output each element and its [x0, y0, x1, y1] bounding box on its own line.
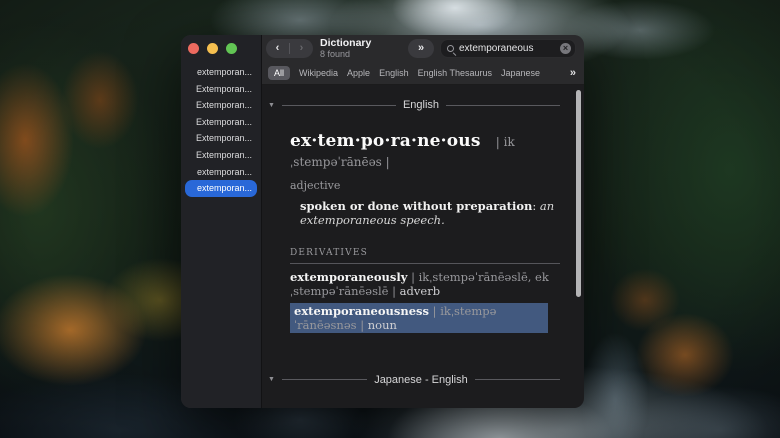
disclosure-triangle-icon[interactable]: ▼ [268, 102, 275, 109]
traffic-lights [181, 35, 261, 62]
derivative-word: extemporaneously [290, 270, 408, 284]
forward-button[interactable]: › [290, 39, 313, 58]
derivative-pos: adverb [399, 284, 441, 299]
main-area: ‹ › Dictionary 8 found » × All Wiki [262, 35, 584, 408]
result-item-selected[interactable]: extemporan... [185, 180, 257, 197]
definition: spoken or done without preparation: an e… [290, 199, 560, 227]
scrollbar-thumb[interactable] [576, 90, 581, 297]
definition-text: spoken or done without preparation [300, 199, 533, 213]
zoom-window-button[interactable] [226, 43, 237, 54]
title-block: Dictionary 8 found [320, 38, 371, 60]
tab-english[interactable]: English [379, 68, 409, 78]
definition-content: ▼ English ex·tem·po·ra·ne·ous | ikˌstemp… [262, 85, 584, 408]
dictionary-tabs: All Wikipedia Apple English English Thes… [262, 62, 584, 85]
tab-all[interactable]: All [268, 66, 291, 80]
tab-wikipedia[interactable]: Wikipedia [299, 68, 338, 78]
nav-buttons: ‹ › [266, 39, 313, 58]
close-window-button[interactable] [188, 43, 199, 54]
tab-english-thesaurus[interactable]: English Thesaurus [418, 68, 492, 78]
dictionary-window: extemporan... Extemporan... Extemporan..… [181, 35, 584, 408]
part-of-speech: adjective [290, 179, 341, 192]
disclosure-triangle-icon[interactable]: ▼ [268, 376, 275, 383]
search-input[interactable] [459, 43, 560, 54]
derivative-entry: extemporaneously | ikˌstempəˈrānēəslē, e… [290, 270, 575, 299]
headword-row: ex·tem·po·ra·ne·ous | ikˌstempəˈrānēəs | [290, 131, 560, 170]
headword: ex·tem·po·ra·ne·ous [290, 131, 481, 151]
derivative-pos: noun [367, 317, 397, 332]
result-item[interactable]: Extemporan... [185, 97, 257, 114]
result-item[interactable]: Extemporan... [185, 81, 257, 98]
back-button[interactable]: ‹ [266, 39, 289, 58]
definition-separator: : [532, 199, 540, 213]
section-label: English [402, 99, 440, 111]
section-header-japanese: ▼ Japanese - English [268, 374, 560, 386]
result-item[interactable]: Extemporan... [185, 114, 257, 131]
tab-japanese[interactable]: Japanese [501, 68, 540, 78]
section-header-english: ▼ English [268, 99, 561, 111]
result-item[interactable]: Extemporan... [185, 147, 257, 164]
section-label: Japanese - English [374, 373, 468, 386]
expand-sidebar-button[interactable]: » [408, 39, 434, 58]
derivatives-rule [290, 263, 560, 264]
minimize-window-button[interactable] [207, 43, 218, 54]
search-field[interactable]: × [440, 39, 576, 58]
results-count: 8 found [320, 49, 351, 60]
search-icon [447, 45, 454, 52]
clear-search-icon[interactable]: × [560, 43, 571, 54]
tab-apple[interactable]: Apple [347, 68, 370, 78]
tabs-overflow-icon[interactable]: » [570, 67, 576, 79]
results-list: extemporan... Extemporan... Extemporan..… [181, 64, 261, 197]
derivative-word: extemporaneousness [294, 303, 430, 318]
window-title: Dictionary [320, 36, 372, 49]
result-item[interactable]: Extemporan... [185, 130, 257, 147]
derivatives-label: DERIVATIVES [290, 248, 369, 258]
result-item[interactable]: extemporan... [185, 164, 257, 181]
results-sidebar: extemporan... Extemporan... Extemporan..… [181, 35, 262, 408]
window-header: ‹ › Dictionary 8 found » × All Wiki [262, 35, 584, 85]
derivative-entry-highlighted[interactable]: extemporaneousness | ikˌstempəˈrānēəsnəs… [290, 302, 548, 333]
result-item[interactable]: extemporan... [185, 64, 257, 81]
toolbar: ‹ › Dictionary 8 found » × [262, 35, 584, 62]
